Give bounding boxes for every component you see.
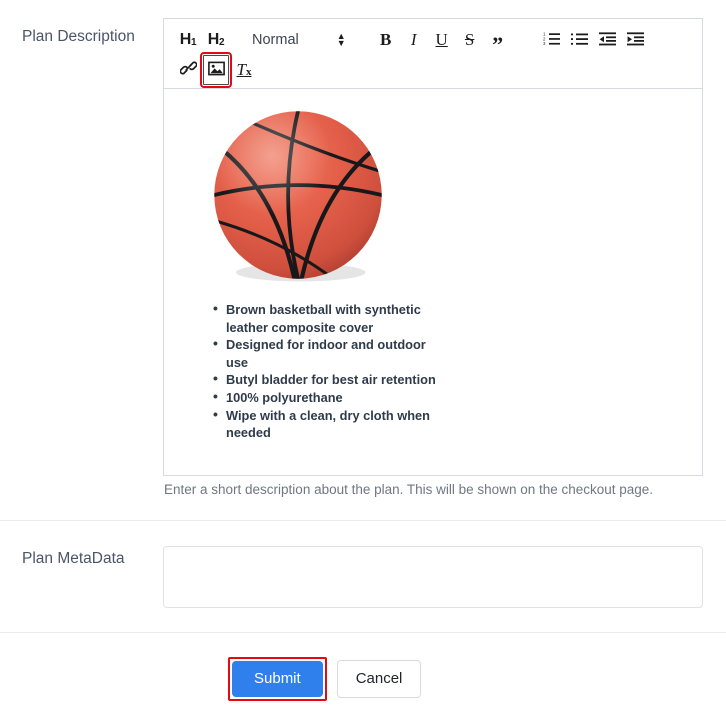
list-item: Designed for indoor and outdoor use [213, 335, 441, 371]
heading-2-button[interactable]: H2 [203, 25, 229, 55]
toolbar-separator-4 [676, 25, 690, 55]
clear-formatting-button[interactable]: Tx [231, 55, 257, 85]
rich-text-editor: H1 H2 Normal ▲ ▼ B I U S ” 1 2 3 Tx • Br… [163, 18, 703, 476]
outdent-icon [599, 31, 617, 50]
plan-description-label: Plan Description [22, 28, 135, 45]
link-button[interactable] [175, 55, 201, 85]
submit-button[interactable]: Submit [232, 661, 323, 697]
plan-metadata-label: Plan MetaData [22, 550, 125, 567]
bold-label: B [379, 30, 392, 49]
plan-description-help-text: Enter a short description about the plan… [164, 482, 654, 497]
link-icon [178, 60, 198, 80]
section-divider-top [0, 520, 726, 521]
indent-icon [627, 31, 645, 50]
svg-text:3: 3 [543, 41, 546, 46]
blockquote-label: ” [492, 32, 504, 57]
heading-2-sub: 2 [219, 36, 225, 48]
list-item: Brown basketball with synthetic leather … [213, 300, 441, 336]
list-item: 100% polyurethane [213, 388, 441, 407]
cancel-button[interactable]: Cancel [336, 660, 422, 698]
indent-button[interactable] [623, 25, 649, 55]
strikethrough-label: S [464, 30, 475, 49]
image-button[interactable] [200, 52, 232, 88]
section-divider-bottom [0, 632, 726, 633]
toolbar-separator-3 [650, 25, 676, 55]
italic-label: I [410, 30, 417, 49]
unordered-list-icon [571, 31, 589, 50]
underline-button[interactable]: U [429, 25, 455, 55]
unordered-list-button[interactable] [567, 25, 593, 55]
heading-1-button[interactable]: H1 [175, 25, 201, 55]
heading-1-sub: 1 [191, 36, 197, 48]
blockquote-button[interactable]: ” [485, 25, 511, 57]
list-item: Butyl bladder for best air retention [213, 370, 441, 389]
submit-highlight: Submit [228, 657, 327, 701]
bold-button[interactable]: B [373, 25, 399, 55]
toolbar-separator-1 [346, 25, 372, 55]
heading-1-label: H [179, 31, 192, 48]
form-actions: Submit Cancel [228, 657, 422, 701]
plan-metadata-input[interactable] [163, 546, 703, 608]
italic-button[interactable]: I [401, 25, 427, 55]
clear-formatting-label: Tx [236, 60, 252, 79]
ordered-list-icon: 1 2 3 [543, 31, 561, 50]
description-bullet-list: Brown basketball with synthetic leather … [182, 300, 684, 442]
image-icon [207, 61, 225, 80]
format-select[interactable]: Normal ▲ ▼ [252, 25, 346, 55]
basketball-image-wrapper[interactable] [182, 103, 684, 285]
heading-2-label: H [207, 31, 220, 48]
ordered-list-button[interactable]: 1 2 3 [539, 25, 565, 55]
editor-toolbar: H1 H2 Normal ▲ ▼ B I U S ” 1 2 3 Tx [164, 19, 702, 89]
format-select-value: Normal [252, 32, 299, 48]
underline-label: U [435, 30, 448, 49]
stepper-icon: ▲ ▼ [336, 31, 346, 48]
editor-content-area[interactable]: Brown basketball with synthetic leather … [164, 89, 702, 475]
basketball-image[interactable] [208, 105, 388, 285]
outdent-button[interactable] [595, 25, 621, 55]
plan-form-page: Plan Description H1 H2 Normal ▲ ▼ B I U … [0, 0, 726, 716]
strikethrough-button[interactable]: S [457, 25, 483, 55]
list-item: Wipe with a clean, dry cloth when needed [213, 406, 441, 442]
toolbar-separator-2 [512, 25, 538, 55]
